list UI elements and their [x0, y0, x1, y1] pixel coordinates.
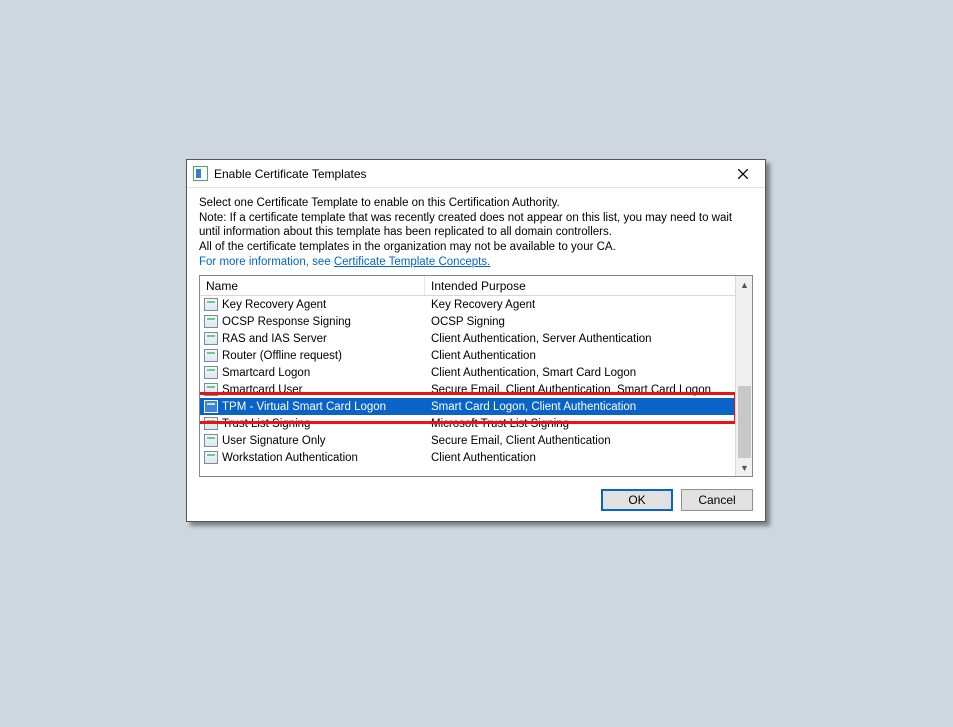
- certificate-template-icon: [204, 349, 218, 362]
- table-row[interactable]: User Signature Only Secure Email, Client …: [200, 432, 735, 449]
- table-row[interactable]: Workstation Authentication Client Authent…: [200, 449, 735, 466]
- row-purpose: Secure Email, Client Authentication, Sma…: [425, 384, 735, 396]
- moreinfo-prefix: For more information, see: [199, 256, 334, 268]
- row-purpose: Smart Card Logon, Client Authentication: [425, 401, 735, 413]
- certificate-template-icon: [204, 366, 218, 379]
- certificate-template-icon: [204, 417, 218, 430]
- scroll-down-icon[interactable]: ▼: [736, 459, 753, 476]
- row-purpose: Microsoft Trust List Signing: [425, 418, 735, 430]
- row-name: Key Recovery Agent: [222, 299, 326, 311]
- close-icon: [738, 169, 748, 179]
- row-name: OCSP Response Signing: [222, 316, 351, 328]
- scroll-thumb[interactable]: [738, 386, 751, 458]
- row-purpose: Client Authentication, Server Authentica…: [425, 333, 735, 345]
- row-purpose: Client Authentication, Smart Card Logon: [425, 367, 735, 379]
- certificate-template-icon: [204, 315, 218, 328]
- button-row: OK Cancel: [199, 489, 753, 511]
- certificate-template-icon: [204, 400, 218, 413]
- moreinfo-link[interactable]: Certificate Template Concepts.: [334, 256, 490, 268]
- certificate-template-icon: [204, 298, 218, 311]
- moreinfo-line: For more information, see Certificate Te…: [199, 255, 753, 269]
- table-row[interactable]: OCSP Response Signing OCSP Signing: [200, 313, 735, 330]
- table-row[interactable]: Router (Offline request) Client Authentic…: [200, 347, 735, 364]
- window-icon: [193, 166, 208, 181]
- row-purpose: OCSP Signing: [425, 316, 735, 328]
- table-row[interactable]: Key Recovery Agent Key Recovery Agent: [200, 296, 735, 313]
- certificate-template-icon: [204, 332, 218, 345]
- column-header-name[interactable]: Name: [200, 276, 425, 295]
- window-title: Enable Certificate Templates: [214, 167, 367, 181]
- table-row[interactable]: RAS and IAS Server Client Authentication,…: [200, 330, 735, 347]
- row-purpose: Client Authentication: [425, 452, 735, 464]
- certificate-template-icon: [204, 451, 218, 464]
- instruction-line: Note: If a certificate template that was…: [199, 211, 753, 239]
- row-purpose: Client Authentication: [425, 350, 735, 362]
- row-purpose: Key Recovery Agent: [425, 299, 735, 311]
- titlebar: Enable Certificate Templates: [187, 160, 765, 188]
- close-button[interactable]: [725, 163, 761, 185]
- row-name: Trust List Signing: [222, 418, 310, 430]
- list-rows: Key Recovery Agent Key Recovery Agent OCSP…: [200, 296, 735, 476]
- cancel-button[interactable]: Cancel: [681, 489, 753, 511]
- certificate-template-icon: [204, 434, 218, 447]
- row-name: User Signature Only: [222, 435, 326, 447]
- row-purpose: Secure Email, Client Authentication: [425, 435, 735, 447]
- table-row[interactable]: Smartcard Logon Client Authentication, Sm…: [200, 364, 735, 381]
- scrollbar[interactable]: ▲ ▼: [735, 276, 752, 476]
- list-header: Name Intended Purpose: [200, 276, 752, 296]
- row-name: Router (Offline request): [222, 350, 342, 362]
- dialog-body: Select one Certificate Template to enabl…: [187, 188, 765, 521]
- row-name: Workstation Authentication: [222, 452, 358, 464]
- scroll-up-icon[interactable]: ▲: [736, 276, 753, 293]
- instructions: Select one Certificate Template to enabl…: [199, 196, 753, 269]
- certificate-template-icon: [204, 383, 218, 396]
- instruction-line: Select one Certificate Template to enabl…: [199, 196, 753, 210]
- instruction-line: All of the certificate templates in the …: [199, 240, 753, 254]
- row-name: TPM - Virtual Smart Card Logon: [222, 401, 386, 413]
- enable-cert-templates-dialog: Enable Certificate Templates Select one …: [186, 159, 766, 522]
- table-row[interactable]: Trust List Signing Microsoft Trust List S…: [200, 415, 735, 432]
- row-name: Smartcard User: [222, 384, 303, 396]
- template-list: Name Intended Purpose Key Recovery Agent…: [199, 275, 753, 477]
- row-name: RAS and IAS Server: [222, 333, 327, 345]
- table-row[interactable]: Smartcard User Secure Email, Client Authe…: [200, 381, 735, 398]
- ok-button[interactable]: OK: [601, 489, 673, 511]
- table-row[interactable]: TPM - Virtual Smart Card Logon Smart Card…: [200, 398, 735, 415]
- row-name: Smartcard Logon: [222, 367, 310, 379]
- column-header-purpose[interactable]: Intended Purpose: [425, 276, 752, 295]
